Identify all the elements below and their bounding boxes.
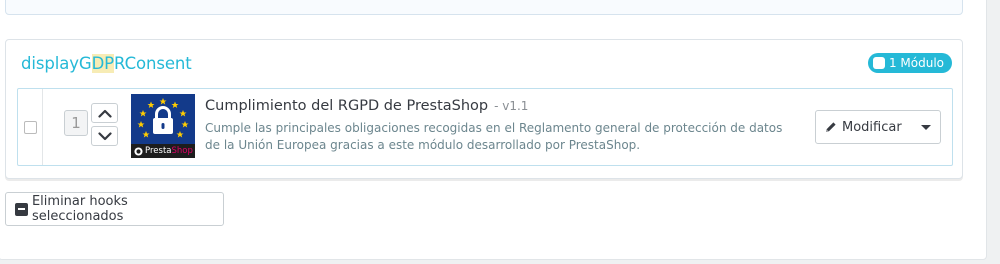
check-icon	[872, 57, 885, 69]
modify-dropdown-toggle[interactable]	[912, 111, 940, 143]
move-down-button[interactable]	[91, 126, 118, 146]
module-name-text: Cumplimiento del RGPD de PrestaShop	[205, 98, 489, 114]
chevron-down-icon	[97, 131, 112, 140]
chevron-up-icon	[97, 109, 112, 118]
prestashop-logo-icon	[134, 146, 143, 156]
module-description: Cumple las principales obligaciones reco…	[205, 121, 783, 152]
module-logo: PrestaShop	[131, 94, 195, 158]
module-version: - v1.1	[494, 99, 529, 113]
lock-icon	[137, 98, 189, 138]
hook-title-prefix: displayG	[21, 54, 92, 73]
module-count-badge[interactable]: 1 Módulo	[867, 53, 952, 73]
module-position: 1	[64, 110, 88, 136]
hook-title-highlight: DP	[91, 54, 115, 73]
module-count-label: 1 Módulo	[888, 56, 944, 70]
row-divider	[42, 89, 43, 165]
module-select-checkbox[interactable]	[24, 121, 37, 134]
hook-title-suffix: RConsent	[114, 54, 192, 73]
hook-panel: displayGDPRConsent 1 Módulo 1 PrestaShop…	[5, 39, 963, 179]
logo-brand-prefix: Presta	[145, 146, 172, 156]
logo-brand-suffix: Shop	[171, 146, 193, 156]
delete-selected-hooks-button[interactable]: Eliminar hooks seleccionados	[5, 192, 224, 226]
modify-label: Modificar	[842, 119, 902, 135]
hook-title: displayGDPRConsent	[21, 54, 192, 73]
delete-selected-label: Eliminar hooks seleccionados	[31, 194, 128, 224]
move-up-button[interactable]	[91, 103, 118, 123]
previous-hook-panel	[5, 0, 963, 15]
minus-square-icon	[15, 202, 28, 216]
modify-button-group: Modificar	[815, 110, 941, 144]
pencil-icon	[826, 122, 836, 132]
module-row: 1 PrestaShop Cumplimiento del RGPD de Pr…	[17, 88, 953, 166]
module-name: Cumplimiento del RGPD de PrestaShop - v1.…	[205, 98, 528, 114]
logo-brand-bar: PrestaShop	[131, 144, 195, 158]
modify-button[interactable]: Modificar	[816, 111, 912, 143]
logo-brand-text: PrestaShop	[145, 146, 193, 156]
caret-down-icon	[921, 124, 931, 130]
hooks-list-panel: displayGDPRConsent 1 Módulo 1 PrestaShop…	[0, 0, 987, 260]
